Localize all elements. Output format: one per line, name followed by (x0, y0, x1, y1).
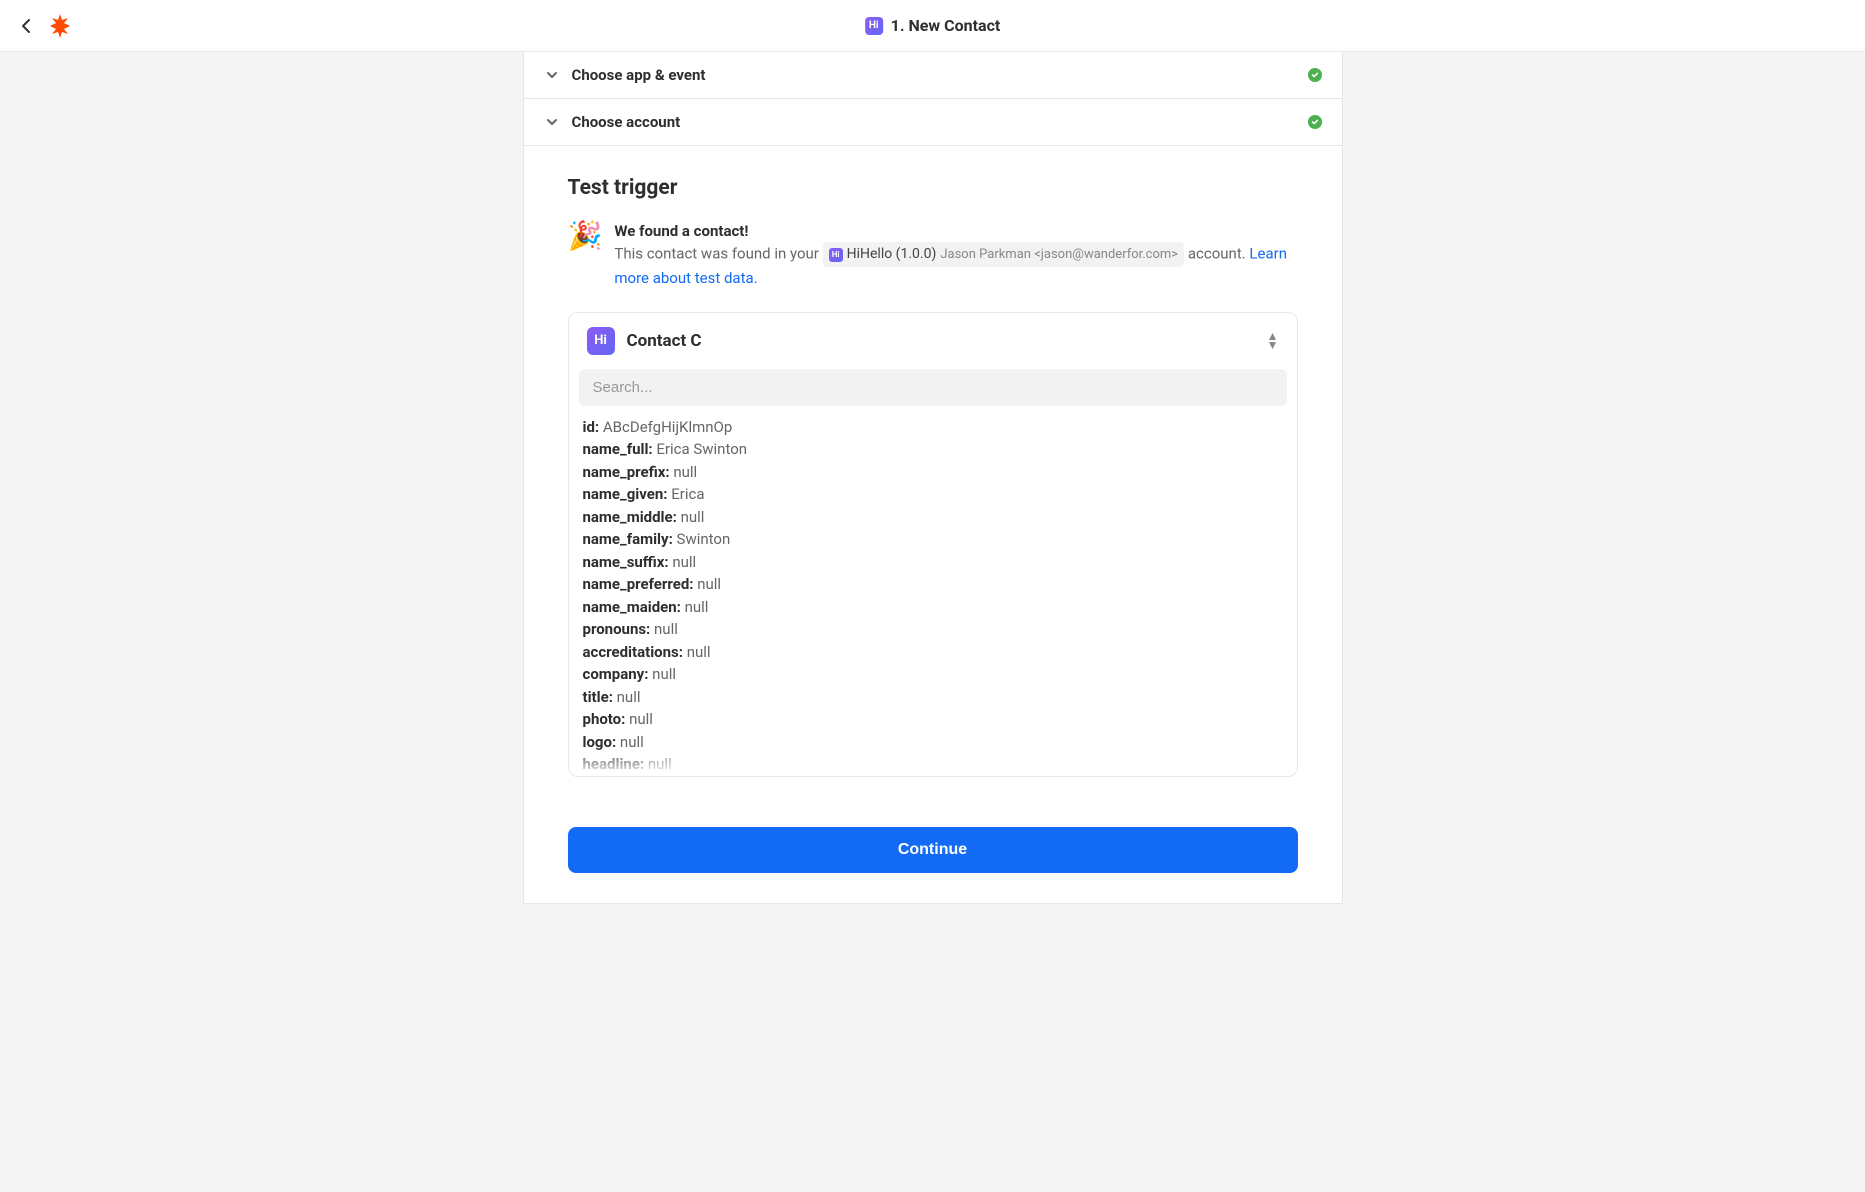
field-value: Erica (667, 485, 704, 503)
hihello-icon: Hi (587, 327, 615, 355)
contact-selector[interactable]: Hi Contact C ▲▼ (569, 313, 1297, 369)
party-popper-icon: 🎉 (568, 222, 603, 290)
field-key: name_middle: (583, 508, 677, 526)
found-text-suffix: account. (1188, 244, 1246, 262)
field-key: name_maiden: (583, 598, 681, 616)
search-input[interactable] (579, 369, 1287, 406)
chevron-down-icon (544, 114, 560, 130)
continue-button[interactable]: Continue (568, 827, 1298, 873)
field-row: company: null (583, 663, 1283, 686)
header-title-wrap: Hi 1. New Contact (865, 16, 1001, 35)
field-key: logo: (583, 733, 617, 751)
field-row: logo: null (583, 731, 1283, 754)
field-key: company: (583, 665, 649, 683)
field-value: null (681, 598, 709, 616)
field-row: name_full: Erica Swinton (583, 438, 1283, 461)
test-trigger-section: Test trigger 🎉 We found a contact! This … (524, 146, 1342, 801)
field-value: null (616, 733, 644, 751)
field-value: null (648, 665, 676, 683)
step-label: Choose account (572, 113, 681, 131)
main-panel: Choose app & event Choose account Test t… (523, 52, 1343, 904)
step-label: Choose app & event (572, 66, 706, 84)
field-key: photo: (583, 710, 626, 728)
app-header: Hi 1. New Contact (0, 0, 1865, 52)
field-key: accreditations: (583, 643, 683, 661)
header-left (16, 14, 72, 38)
found-description: This contact was found in your Hi HiHell… (614, 242, 1297, 290)
step-row-left: Choose app & event (544, 66, 706, 84)
field-key: id: (583, 418, 600, 436)
field-row: name_middle: null (583, 506, 1283, 529)
contact-header-left: Hi Contact C (587, 327, 702, 355)
field-value: null (650, 620, 678, 638)
field-row: id: ABcDefgHijKlmnOp (583, 416, 1283, 439)
field-row: name_maiden: null (583, 596, 1283, 619)
field-value: null (694, 575, 722, 593)
zapier-logo (48, 14, 72, 38)
field-key: name_full: (583, 440, 653, 458)
field-value: null (670, 463, 698, 481)
chevron-left-icon (21, 18, 31, 34)
account-email: Jason Parkman <jason@wanderfor.com> (940, 245, 1178, 265)
app-pill: Hi HiHello (1.0.0) Jason Parkman <jason@… (823, 242, 1185, 267)
field-value: null (644, 755, 672, 773)
found-contact-row: 🎉 We found a contact! This contact was f… (568, 222, 1298, 290)
field-key: name_suffix: (583, 553, 669, 571)
field-key: title: (583, 688, 613, 706)
app-name: HiHello (1.0.0) (847, 244, 937, 265)
hihello-icon: Hi (865, 17, 883, 35)
field-key: name_given: (583, 485, 668, 503)
field-key: name_preferred: (583, 575, 694, 593)
test-trigger-title: Test trigger (568, 176, 1298, 200)
field-value: null (613, 688, 641, 706)
field-value: null (677, 508, 705, 526)
field-row: name_given: Erica (583, 483, 1283, 506)
step-choose-account[interactable]: Choose account (524, 99, 1342, 146)
field-value: null (625, 710, 653, 728)
check-icon (1308, 68, 1322, 82)
field-value: Swinton (673, 530, 730, 548)
found-content: We found a contact! This contact was fou… (614, 222, 1297, 290)
field-value: null (669, 553, 697, 571)
found-title: We found a contact! (614, 222, 1297, 240)
field-key: name_family: (583, 530, 673, 548)
field-value: null (683, 643, 711, 661)
field-key: pronouns: (583, 620, 651, 638)
field-key: headline: (583, 755, 645, 773)
field-row: name_prefix: null (583, 461, 1283, 484)
field-row: photo: null (583, 708, 1283, 731)
contact-label: Contact C (627, 331, 702, 351)
field-value: Erica Swinton (653, 440, 747, 458)
hihello-icon: Hi (829, 248, 843, 262)
fields-list: id: ABcDefgHijKlmnOpname_full: Erica Swi… (569, 416, 1297, 776)
field-value: ABcDefgHijKlmnOp (599, 418, 732, 436)
field-row: pronouns: null (583, 618, 1283, 641)
field-row: name_family: Swinton (583, 528, 1283, 551)
field-row: name_suffix: null (583, 551, 1283, 574)
field-row: accreditations: null (583, 641, 1283, 664)
chevron-down-icon (544, 67, 560, 83)
field-row: name_preferred: null (583, 573, 1283, 596)
step-row-left: Choose account (544, 113, 681, 131)
sort-icon: ▲▼ (1267, 332, 1279, 349)
page-title: 1. New Contact (891, 16, 1001, 35)
step-choose-app-event[interactable]: Choose app & event (524, 52, 1342, 99)
back-button[interactable] (16, 16, 36, 36)
field-row: headline: null (583, 753, 1283, 776)
check-icon (1308, 115, 1322, 129)
field-row: title: null (583, 686, 1283, 709)
found-text-prefix: This contact was found in your (614, 244, 819, 262)
contact-card: Hi Contact C ▲▼ id: ABcDefgHijKlmnOpname… (568, 312, 1298, 777)
field-key: name_prefix: (583, 463, 670, 481)
